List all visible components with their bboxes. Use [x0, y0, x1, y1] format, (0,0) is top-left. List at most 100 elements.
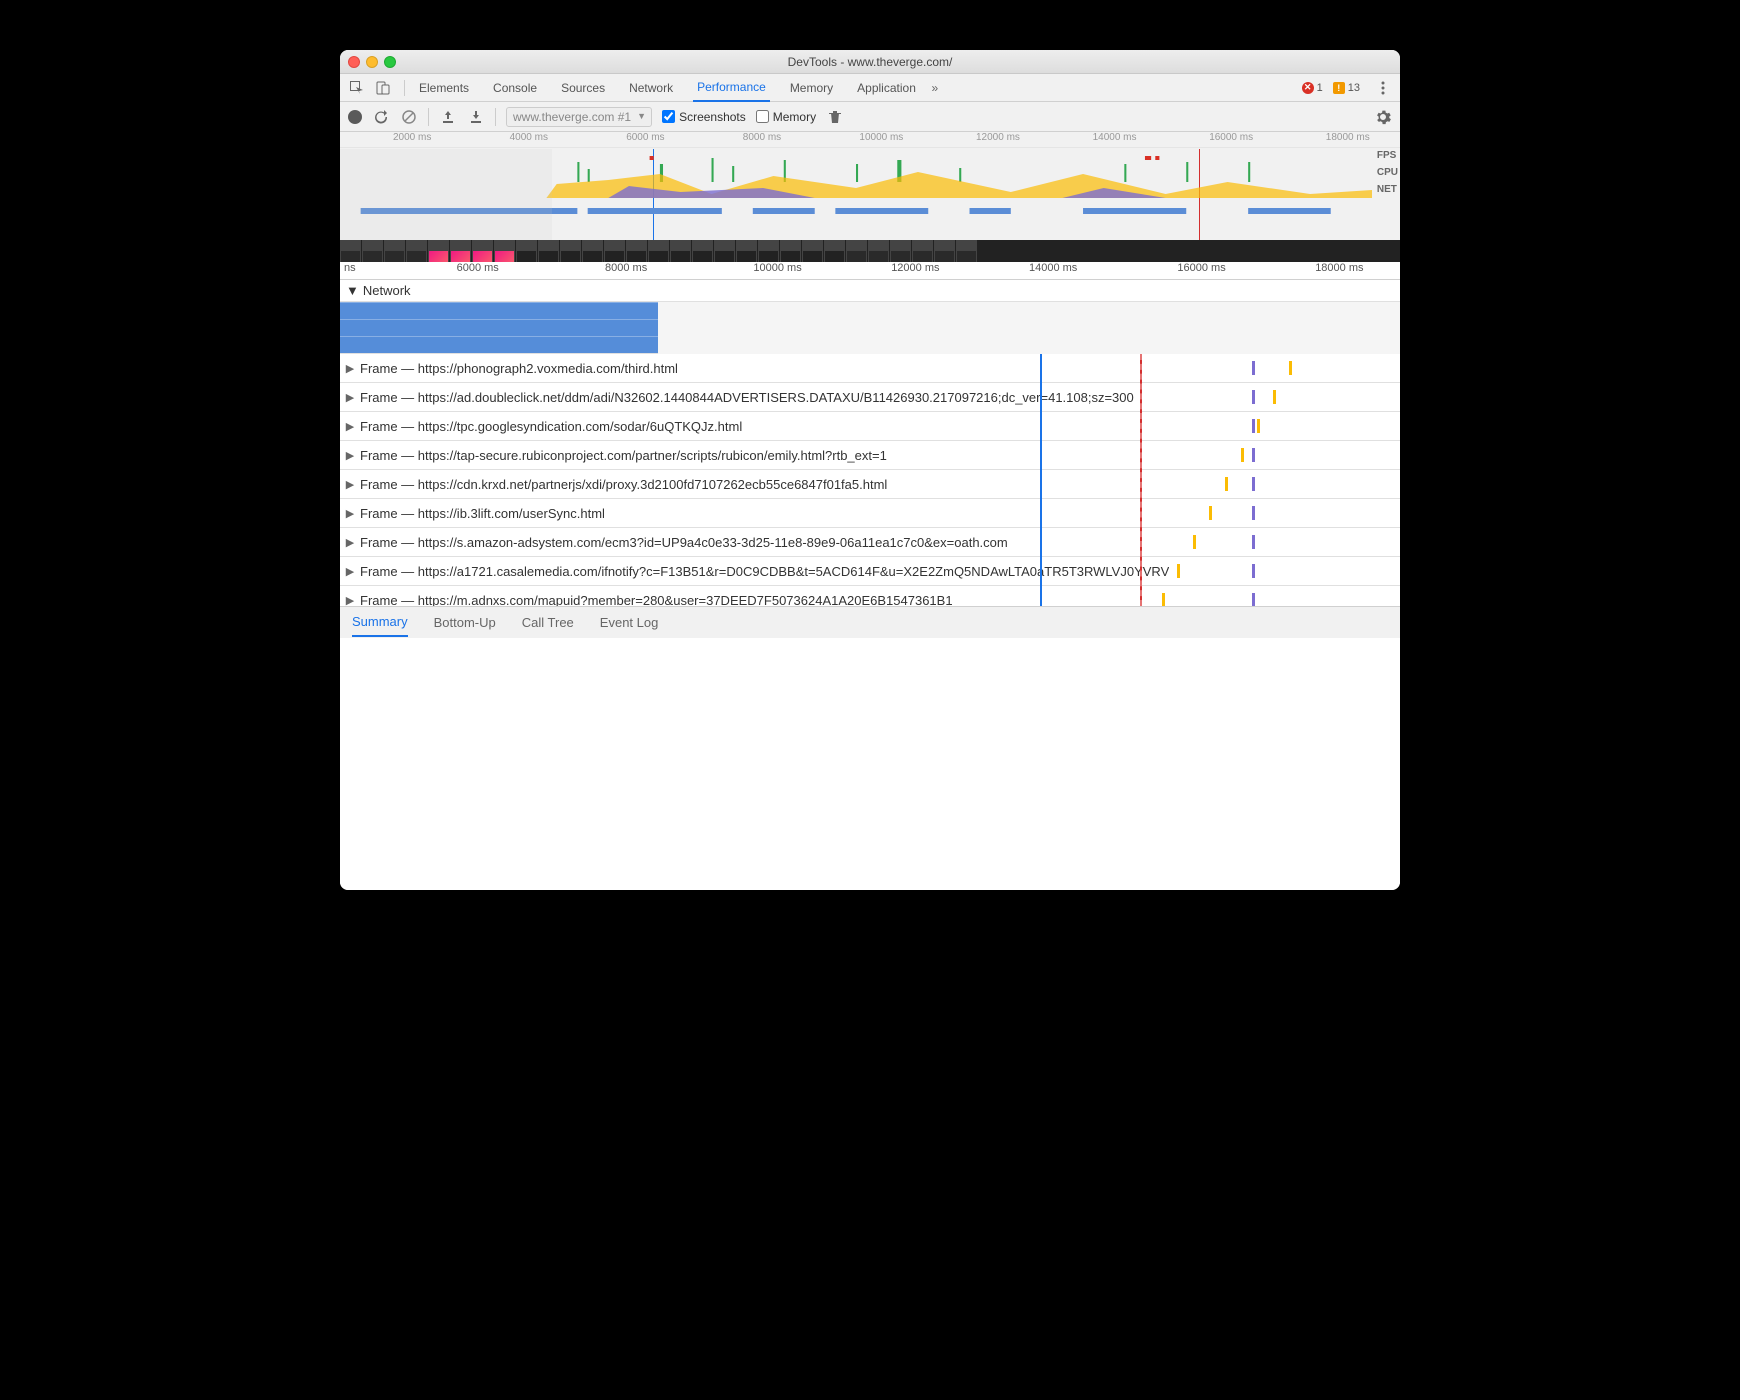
- task-mark: [1241, 448, 1244, 462]
- toggle-device-toolbar-icon[interactable]: [372, 77, 394, 99]
- warning-badge[interactable]: ! 13: [1333, 82, 1360, 94]
- panel-tab-network[interactable]: Network: [625, 75, 677, 101]
- screenshots-checkbox[interactable]: Screenshots: [662, 110, 746, 124]
- reload-button[interactable]: [372, 108, 390, 126]
- track-label: Frame — https://tap-secure.rubiconprojec…: [360, 448, 887, 463]
- warning-count: 13: [1348, 82, 1360, 94]
- details-tab-event-log[interactable]: Event Log: [600, 609, 659, 636]
- main-ruler[interactable]: ns 6000 ms 8000 ms 10000 ms 12000 ms 140…: [340, 262, 1400, 280]
- track-row[interactable]: ▶Frame — https://ad.doubleclick.net/ddm/…: [340, 383, 1400, 412]
- ruler-prefix: ns: [344, 262, 356, 274]
- error-badge[interactable]: ✕ 1: [1302, 82, 1323, 94]
- disclosure-triangle-icon[interactable]: ▶: [344, 565, 356, 578]
- overview-tick: 10000 ms: [859, 132, 903, 143]
- select-element-icon[interactable]: [346, 77, 368, 99]
- overview-tick: 2000 ms: [393, 132, 431, 143]
- overview-pane[interactable]: 2000 ms4000 ms6000 ms8000 ms10000 ms1200…: [340, 132, 1400, 262]
- track-row[interactable]: ▶ Frame — https://cdn.krxd.net/partnerjs/…: [340, 470, 1400, 499]
- track-label: Frame — https://phonograph2.voxmedia.com…: [360, 361, 678, 376]
- track-row[interactable]: ▶ Frame — https://phonograph2.voxmedia.co…: [340, 354, 1400, 383]
- task-mark: [1252, 419, 1255, 433]
- ruler-tick: 18000 ms: [1315, 262, 1363, 274]
- disclosure-triangle-icon[interactable]: ▼: [346, 283, 359, 298]
- disclosure-triangle-icon[interactable]: ▶: [344, 420, 356, 433]
- lane-label-cpu: CPU: [1377, 167, 1398, 178]
- track-label: Frame — https://m.adnxs.com/mapuid?membe…: [360, 593, 953, 607]
- track-label: Frame — https://ib.3lift.com/userSync.ht…: [360, 506, 605, 521]
- track-row[interactable]: ▶ Frame — https://m.adnxs.com/mapuid?memb…: [340, 586, 1400, 606]
- devtools-window: DevTools - www.theverge.com/ Elements Con…: [340, 50, 1400, 890]
- track-row[interactable]: ▶ Frame — https://tpc.googlesyndication.c…: [340, 412, 1400, 441]
- track-label: Frame — https://a1721.casalemedia.com/if…: [360, 564, 1169, 579]
- lane-label-fps: FPS: [1377, 150, 1398, 161]
- window-title: DevTools - www.theverge.com/: [340, 55, 1400, 69]
- memory-checkbox-input[interactable]: [756, 110, 769, 123]
- panel-tab-console[interactable]: Console: [489, 75, 541, 101]
- zoom-window-button[interactable]: [384, 56, 396, 68]
- capture-settings-icon[interactable]: [1374, 108, 1392, 126]
- warning-icon: !: [1333, 82, 1345, 94]
- collect-garbage-icon[interactable]: [826, 108, 844, 126]
- task-mark: [1252, 361, 1255, 375]
- disclosure-triangle-icon[interactable]: ▶: [344, 391, 356, 404]
- network-section-header[interactable]: ▼ Network: [340, 280, 1400, 302]
- task-mark: [1252, 535, 1255, 549]
- network-section-label: Network: [363, 283, 411, 298]
- disclosure-triangle-icon[interactable]: ▶: [344, 478, 356, 491]
- network-waterfall[interactable]: [340, 302, 658, 354]
- error-icon: ✕: [1302, 82, 1314, 94]
- traffic-lights: [348, 56, 396, 68]
- flame-chart-tracks[interactable]: ▶ Frame — https://phonograph2.voxmedia.co…: [340, 354, 1400, 606]
- panel-tab-memory[interactable]: Memory: [786, 75, 837, 101]
- task-mark: [1289, 361, 1292, 375]
- details-tab-summary[interactable]: Summary: [352, 608, 408, 637]
- ruler-tick: 14000 ms: [1029, 262, 1077, 274]
- save-profile-icon[interactable]: [467, 108, 485, 126]
- load-profile-icon[interactable]: [439, 108, 457, 126]
- panel-tab-sources[interactable]: Sources: [557, 75, 609, 101]
- overview-tick: 16000 ms: [1209, 132, 1253, 143]
- details-tabs: Summary Bottom-Up Call Tree Event Log: [340, 606, 1400, 638]
- memory-checkbox[interactable]: Memory: [756, 110, 816, 124]
- task-mark: [1252, 477, 1255, 491]
- track-row[interactable]: ▶ Frame — https://tap-secure.rubiconproje…: [340, 441, 1400, 470]
- task-mark: [1193, 535, 1196, 549]
- details-tab-call-tree[interactable]: Call Tree: [522, 609, 574, 636]
- task-mark: [1252, 564, 1255, 578]
- track-label: Frame — https://cdn.krxd.net/partnerjs/x…: [360, 477, 887, 492]
- overflow-tabs-icon[interactable]: »: [924, 77, 946, 99]
- screenshots-checkbox-input[interactable]: [662, 110, 675, 123]
- task-mark: [1257, 419, 1260, 433]
- track-row[interactable]: ▶Frame — https://s.amazon-adsystem.com/e…: [340, 528, 1400, 557]
- profile-select[interactable]: www.theverge.com #1: [506, 107, 652, 127]
- disclosure-triangle-icon[interactable]: ▶: [344, 536, 356, 549]
- task-mark: [1252, 390, 1255, 404]
- summary-pane: [340, 638, 1400, 890]
- disclosure-triangle-icon[interactable]: ▶: [344, 362, 356, 375]
- disclosure-triangle-icon[interactable]: ▶: [344, 449, 356, 462]
- record-button[interactable]: [348, 110, 362, 124]
- disclosure-triangle-icon[interactable]: ▶: [344, 507, 356, 520]
- overview-tick: 8000 ms: [743, 132, 781, 143]
- task-mark: [1252, 593, 1255, 606]
- overview-tick: 14000 ms: [1093, 132, 1137, 143]
- overview-tick: 18000 ms: [1326, 132, 1370, 143]
- overview-lane-labels: FPS CPU NET: [1377, 150, 1398, 195]
- details-tab-bottom-up[interactable]: Bottom-Up: [434, 609, 496, 636]
- clear-button[interactable]: [400, 108, 418, 126]
- panel-tab-application[interactable]: Application: [853, 75, 920, 101]
- more-options-icon[interactable]: [1372, 77, 1394, 99]
- task-mark: [1273, 390, 1276, 404]
- ruler-tick: 6000 ms: [457, 262, 499, 274]
- panel-tab-elements[interactable]: Elements: [415, 75, 473, 101]
- ruler-tick: 8000 ms: [605, 262, 647, 274]
- track-row[interactable]: ▶ Frame — https://a1721.casalemedia.com/i…: [340, 557, 1400, 586]
- disclosure-triangle-icon[interactable]: ▶: [344, 594, 356, 607]
- lane-label-net: NET: [1377, 184, 1398, 195]
- ruler-tick: 16000 ms: [1177, 262, 1225, 274]
- track-row[interactable]: ▶ Frame — https://ib.3lift.com/userSync.h…: [340, 499, 1400, 528]
- panel-tab-performance[interactable]: Performance: [693, 74, 770, 102]
- close-window-button[interactable]: [348, 56, 360, 68]
- track-label: Frame — https://tpc.googlesyndication.co…: [360, 419, 742, 434]
- minimize-window-button[interactable]: [366, 56, 378, 68]
